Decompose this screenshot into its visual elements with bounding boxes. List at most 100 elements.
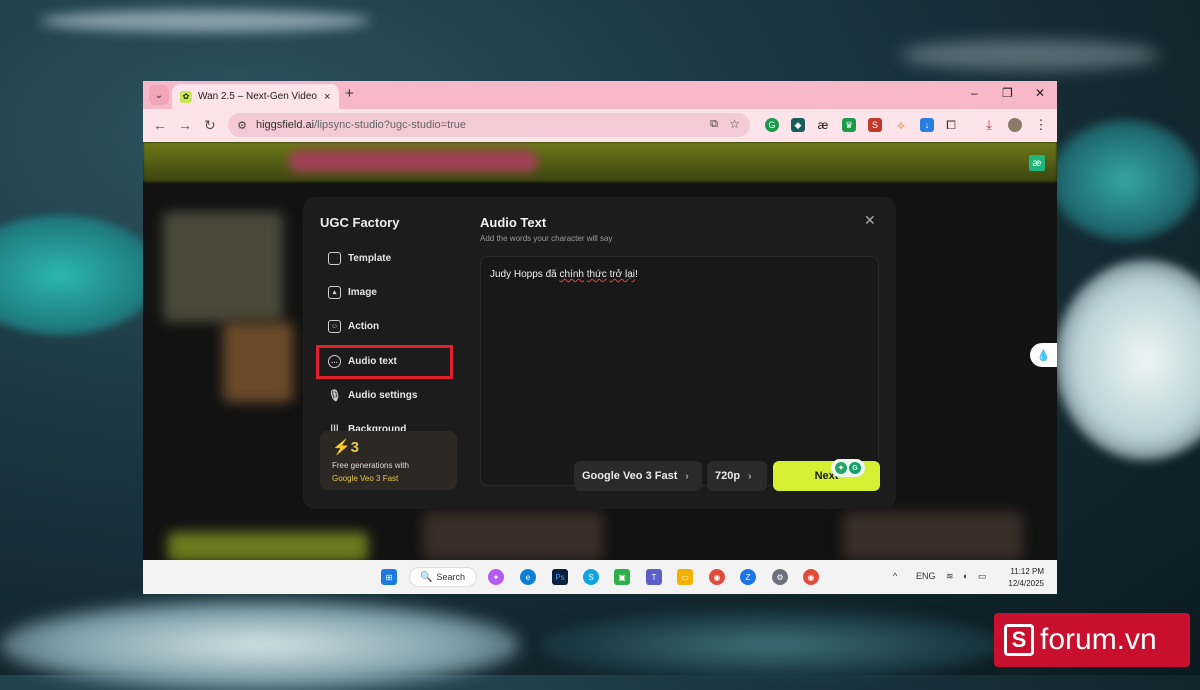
install-app-icon[interactable]: ⧉ xyxy=(710,118,718,131)
ae-floating-icon[interactable]: æ xyxy=(1029,155,1045,171)
promo-text: Free generations with xyxy=(332,461,409,470)
action-icon: ☺ xyxy=(328,319,341,333)
lightbulb-icon: ✦ xyxy=(835,462,847,474)
ae-extension-icon[interactable]: æ xyxy=(816,118,830,132)
tab-strip: ⌄ ✿ Wan 2.5 – Next-Gen Video Mo × + – ❐ … xyxy=(143,81,1057,109)
reload-icon[interactable]: ↻ xyxy=(204,117,216,134)
back-icon[interactable]: ← xyxy=(153,117,167,133)
forum-logo-icon: S xyxy=(1004,624,1034,656)
tab-title: Wan 2.5 – Next-Gen Video Mo xyxy=(198,91,318,102)
url-host: higgsfield.ai xyxy=(256,119,315,131)
menu-item-label: Template xyxy=(348,252,392,264)
template-icon xyxy=(328,251,341,265)
free-generations-card[interactable]: ⚡3 Free generations with Google Veo 3 Fa… xyxy=(320,431,457,490)
system-clock[interactable]: 11:12 PM 12/4/2025 xyxy=(1008,566,1044,590)
active-tab[interactable]: ✿ Wan 2.5 – Next-Gen Video Mo × xyxy=(172,84,339,109)
wave-foam xyxy=(1055,260,1200,460)
skype-icon[interactable]: S xyxy=(583,569,599,585)
wave-water xyxy=(1050,120,1200,240)
bookmark-star-icon[interactable]: ☆ xyxy=(729,117,740,131)
menu-kebab-icon[interactable]: ⋮ xyxy=(1034,117,1048,132)
minimize-button[interactable]: – xyxy=(971,86,978,100)
sidebar-title: UGC Factory xyxy=(320,215,400,230)
line-icon[interactable]: ▣ xyxy=(614,569,630,585)
maximize-button[interactable]: ❐ xyxy=(1002,86,1013,100)
generation-count: ⚡3 xyxy=(332,439,360,456)
address-bar[interactable]: ⚙ higgsfield.ai/lipsync-studio?ugc-studi… xyxy=(228,113,750,137)
tab-search-button[interactable]: ⌄ xyxy=(149,85,169,105)
windows-start-icon[interactable]: ⊞ xyxy=(381,569,397,585)
extension-icon[interactable]: ◆ xyxy=(791,118,805,132)
battery-icon[interactable]: ▭ xyxy=(978,571,987,582)
droplet-widget-icon[interactable]: 💧 xyxy=(1030,343,1057,367)
forum-brand: forum.vn xyxy=(1040,623,1157,656)
download-icon[interactable]: ⤓ xyxy=(982,117,996,132)
file-explorer-icon[interactable]: ▭ xyxy=(677,569,693,585)
blurred-banner xyxy=(288,150,538,172)
resolution-select[interactable]: 720p › xyxy=(707,461,767,491)
copilot-icon[interactable]: ✦ xyxy=(488,569,504,585)
audio-text-input[interactable]: Judy Hopps đã chính thức trở lại! xyxy=(480,256,879,486)
profile-avatar[interactable] xyxy=(1008,118,1022,132)
chevron-right-icon: › xyxy=(685,470,689,482)
audio-text-value: Judy Hopps đã chính thức trở lại! xyxy=(490,269,638,280)
close-icon[interactable]: ✕ xyxy=(864,212,876,229)
search-icon: 🔍 xyxy=(420,571,433,583)
settings-gear-icon[interactable]: ⚙ xyxy=(772,569,788,585)
photoshop-icon[interactable]: Ps xyxy=(552,569,568,585)
menu-item-label: Action xyxy=(348,320,380,332)
menu-item-image[interactable]: ▴ Image xyxy=(328,282,377,302)
chrome-profile-icon[interactable]: ◉ xyxy=(803,569,819,585)
chrome-icon[interactable]: ◉ xyxy=(709,569,725,585)
blurred-card xyxy=(843,512,1023,560)
image-icon: ▴ xyxy=(328,285,341,299)
site-favicon-icon: ✿ xyxy=(180,90,192,103)
blurred-card xyxy=(163,212,283,322)
menu-item-template[interactable]: Template xyxy=(328,248,391,268)
wave-foam xyxy=(0,600,520,690)
wave-foam xyxy=(40,10,370,32)
extension-icon[interactable]: ⟡ xyxy=(894,118,908,132)
search-label: Search xyxy=(436,572,465,582)
taskbar-search[interactable]: 🔍 Search xyxy=(409,567,477,587)
tab-close-icon[interactable]: × xyxy=(324,91,330,103)
menu-item-label: Image xyxy=(348,286,377,298)
model-select[interactable]: Google Veo 3 Fast › xyxy=(574,461,702,491)
wave-water xyxy=(0,215,160,335)
zalo-icon[interactable]: Z xyxy=(740,569,756,585)
edge-icon[interactable]: e xyxy=(520,569,536,585)
teams-icon[interactable]: T xyxy=(646,569,662,585)
resolution-select-label: 720p xyxy=(715,470,741,482)
menu-item-audio-settings[interactable]: 🎙 Audio settings xyxy=(327,385,418,405)
url-path: /lipsync-studio?ugc-studio=true xyxy=(314,119,467,131)
extension-icon[interactable]: ↓ xyxy=(920,118,934,132)
menu-item-action[interactable]: ☺ Action xyxy=(328,316,379,336)
grammarly-widget[interactable]: ✦ G xyxy=(831,459,865,477)
wifi-icon[interactable]: ≋ xyxy=(946,571,954,582)
model-select-label: Google Veo 3 Fast xyxy=(582,470,678,482)
forum-watermark: S forum.vn xyxy=(994,613,1190,667)
page-content: æ UGC Factory Template ▴ Image ☺ Action … xyxy=(143,142,1057,560)
selection-highlight-box xyxy=(316,345,453,379)
windows-taskbar: ⊞ 🔍 Search ✦ e Ps S ▣ T ▭ ◉ Z ⚙ ◉ ^ ENG … xyxy=(143,560,1057,594)
extension-icon[interactable]: ♛ xyxy=(842,118,856,132)
forward-icon[interactable]: → xyxy=(178,117,192,133)
clock-date: 12/4/2025 xyxy=(1008,579,1044,588)
tray-chevron-up-icon[interactable]: ^ xyxy=(893,571,897,581)
blurred-card xyxy=(423,512,603,560)
new-tab-button[interactable]: + xyxy=(345,85,354,102)
close-window-button[interactable]: ✕ xyxy=(1035,86,1045,100)
extensions-puzzle-icon[interactable]: ⧠ xyxy=(944,118,958,132)
microphone-icon: 🎙 xyxy=(327,389,342,402)
blurred-button xyxy=(168,532,368,560)
grammarly-extension-icon[interactable]: G xyxy=(765,118,779,132)
extension-icon[interactable]: S xyxy=(868,118,882,132)
panel-title: Audio Text xyxy=(480,215,547,230)
site-info-icon[interactable]: ⚙ xyxy=(234,119,250,132)
browser-window: ⌄ ✿ Wan 2.5 – Next-Gen Video Mo × + – ❐ … xyxy=(143,81,1057,594)
language-indicator[interactable]: ENG xyxy=(916,571,936,581)
toolbar: ← → ↻ ⚙ higgsfield.ai/lipsync-studio?ugc… xyxy=(143,109,1057,142)
promo-model: Google Veo 3 Fast xyxy=(332,474,399,483)
wave-foam xyxy=(900,40,1160,70)
volume-icon[interactable]: ◖ xyxy=(962,571,967,581)
